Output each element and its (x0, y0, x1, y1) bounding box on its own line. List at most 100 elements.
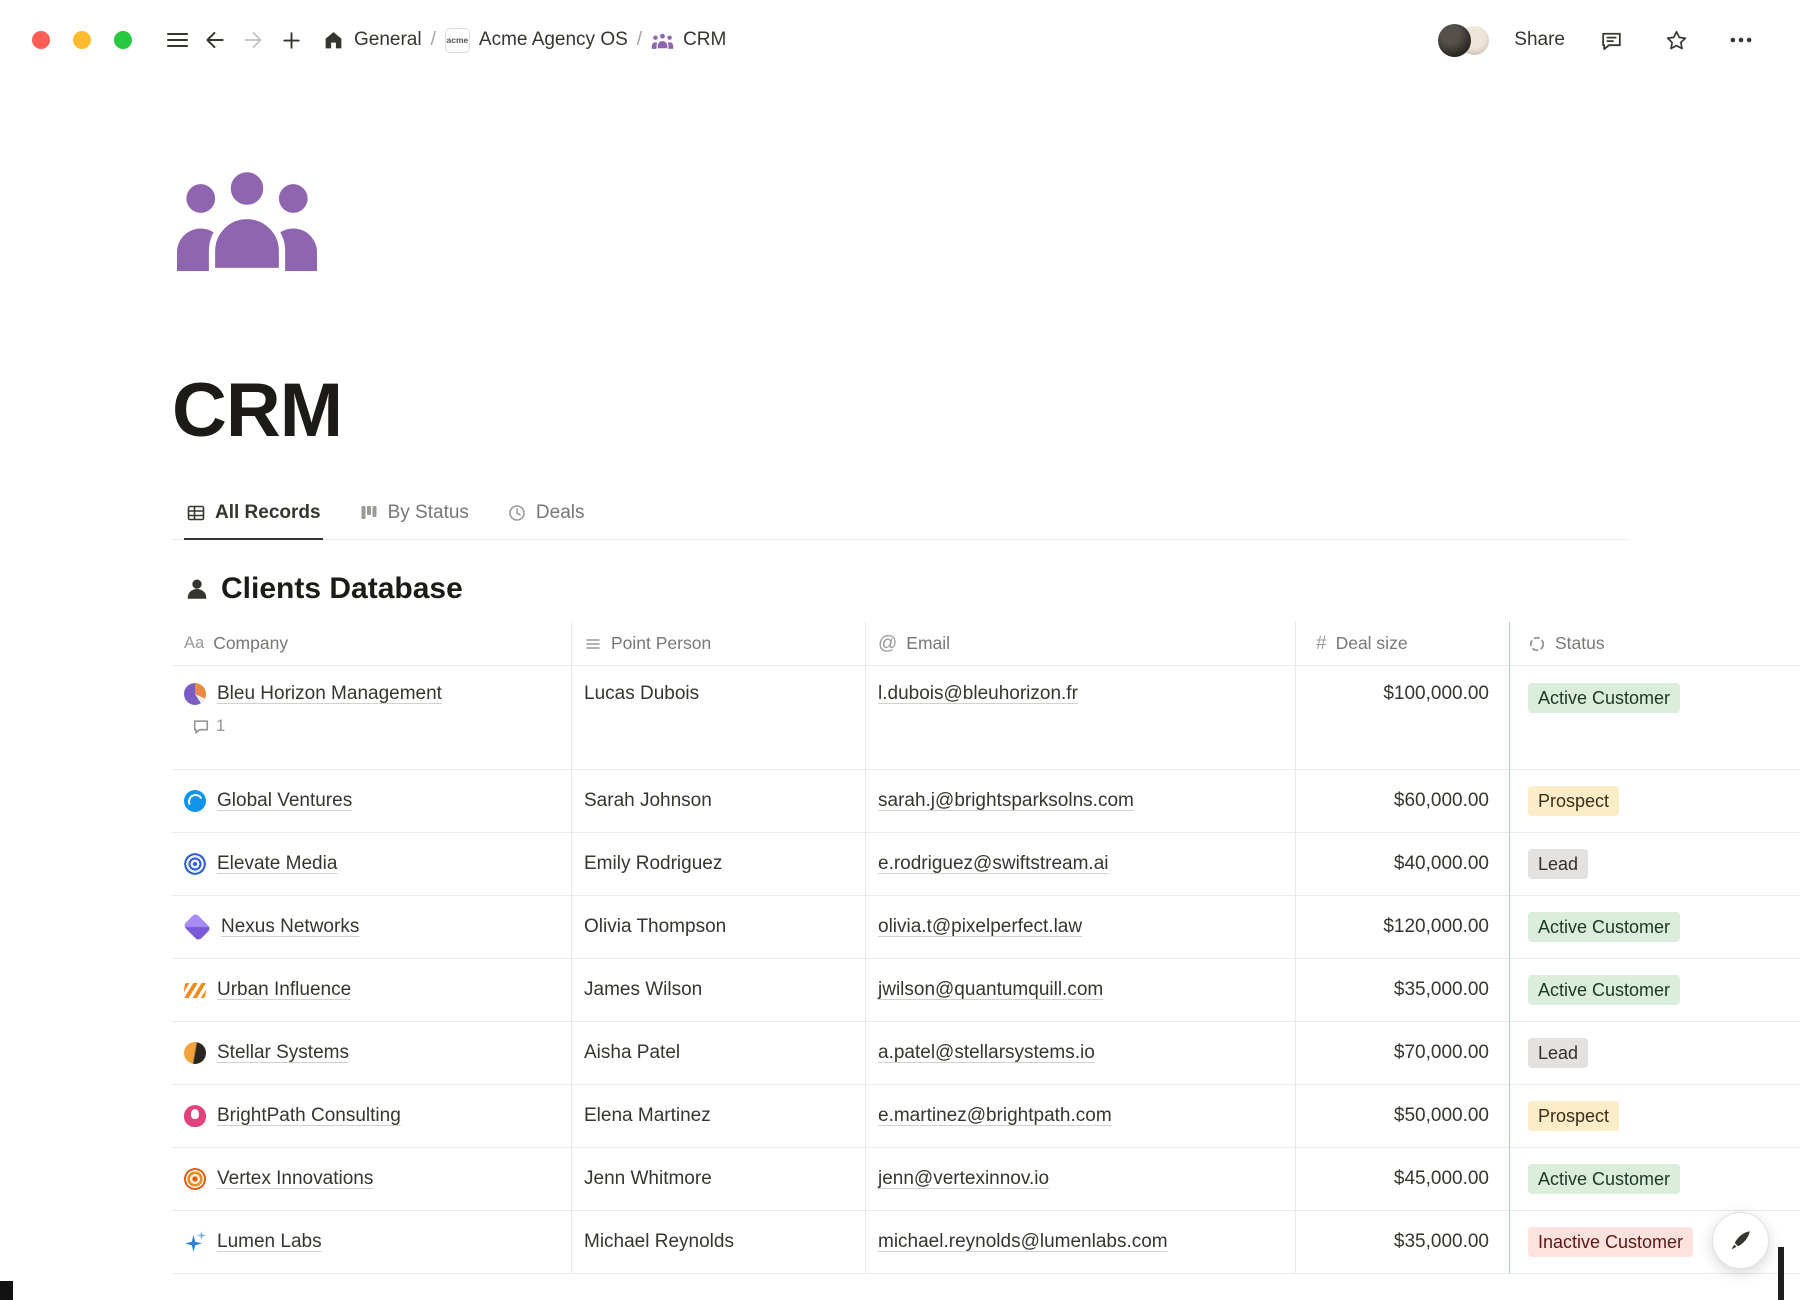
company-link[interactable]: BrightPath Consulting (217, 1105, 401, 1127)
point-person-cell[interactable]: Aisha Patel (572, 1022, 866, 1085)
status-cell[interactable]: Active Customer (1510, 959, 1800, 1022)
status-cell[interactable]: Prospect (1510, 770, 1800, 833)
point-person-cell[interactable]: Emily Rodriguez (572, 833, 866, 896)
email-link[interactable]: jenn@vertexinnov.io (878, 1168, 1049, 1190)
favorite-button[interactable] (1657, 21, 1695, 59)
database-title[interactable]: Clients Database (221, 572, 463, 606)
status-cell[interactable]: Active Customer (1510, 666, 1800, 770)
company-cell[interactable]: Elevate Media (172, 833, 572, 896)
column-header-point-person[interactable]: Point Person (572, 622, 866, 666)
deal-size-cell[interactable]: $60,000.00 (1296, 770, 1510, 833)
email-cell[interactable]: l.dubois@bleuhorizon.fr (866, 666, 1296, 770)
breadcrumb-page[interactable]: CRM (643, 24, 734, 56)
forward-button[interactable] (234, 21, 272, 59)
email-link[interactable]: e.martinez@brightpath.com (878, 1105, 1112, 1127)
company-cell[interactable]: Nexus Networks (172, 896, 572, 959)
breadcrumb-home[interactable]: General (314, 24, 430, 57)
column-header-company[interactable]: Company (172, 622, 572, 666)
company-link[interactable]: Elevate Media (217, 853, 337, 875)
company-link[interactable]: Stellar Systems (217, 1042, 349, 1064)
email-cell[interactable]: sarah.j@brightsparksolns.com (866, 770, 1296, 833)
comment-indicator[interactable]: 1 (192, 717, 225, 736)
company-cell[interactable]: Urban Influence (172, 959, 572, 1022)
home-icon (322, 29, 345, 52)
deal-size-cell[interactable]: $120,000.00 (1296, 896, 1510, 959)
email-cell[interactable]: jenn@vertexinnov.io (866, 1148, 1296, 1211)
sidebar-toggle-button[interactable] (158, 21, 196, 59)
company-cell[interactable]: Stellar Systems (172, 1022, 572, 1085)
point-person-cell[interactable]: Michael Reynolds (572, 1211, 866, 1274)
company-cell[interactable]: Bleu Horizon Management 1 (172, 666, 572, 770)
deal-size-cell[interactable]: $45,000.00 (1296, 1148, 1510, 1211)
deal-size-cell[interactable]: $50,000.00 (1296, 1085, 1510, 1148)
status-cell[interactable]: Lead (1510, 1022, 1800, 1085)
tab-deals[interactable]: Deals (505, 496, 587, 540)
company-cell[interactable]: Lumen Labs (172, 1211, 572, 1274)
page-icon-button[interactable] (172, 156, 322, 271)
titlebar: General / acme Acme Agency OS / CRM Shar… (0, 0, 1800, 80)
breadcrumb-separator: / (431, 29, 436, 51)
email-link[interactable]: michael.reynolds@lumenlabs.com (878, 1231, 1168, 1253)
company-cell[interactable]: Vertex Innovations (172, 1148, 572, 1211)
minimize-window-button[interactable] (73, 31, 91, 49)
email-link[interactable]: olivia.t@pixelperfect.law (878, 916, 1082, 938)
column-header-status[interactable]: Status (1510, 622, 1800, 666)
column-label: Status (1555, 633, 1605, 654)
status-cell[interactable]: Prospect (1510, 1085, 1800, 1148)
email-cell[interactable]: jwilson@quantumquill.com (866, 959, 1296, 1022)
point-person-cell[interactable]: Elena Martinez (572, 1085, 866, 1148)
email-cell[interactable]: e.martinez@brightpath.com (866, 1085, 1296, 1148)
company-link[interactable]: Lumen Labs (217, 1231, 322, 1253)
status-cell[interactable]: Active Customer (1510, 896, 1800, 959)
hamburger-icon (167, 33, 188, 48)
email-cell[interactable]: olivia.t@pixelperfect.law (866, 896, 1296, 959)
email-link[interactable]: jwilson@quantumquill.com (878, 979, 1103, 1001)
point-person-cell[interactable]: Jenn Whitmore (572, 1148, 866, 1211)
avatar-group[interactable] (1438, 24, 1491, 57)
breadcrumb-workspace[interactable]: acme Acme Agency OS (437, 23, 636, 58)
close-window-button[interactable] (32, 31, 50, 49)
email-link[interactable]: a.patel@stellarsystems.io (878, 1042, 1095, 1064)
email-cell[interactable]: michael.reynolds@lumenlabs.com (866, 1211, 1296, 1274)
company-logo-icon (184, 1168, 206, 1190)
email-link[interactable]: l.dubois@bleuhorizon.fr (878, 683, 1078, 705)
share-button[interactable]: Share (1514, 29, 1565, 51)
company-cell[interactable]: BrightPath Consulting (172, 1085, 572, 1148)
company-cell[interactable]: Global Ventures (172, 770, 572, 833)
page-title[interactable]: CRM (172, 373, 1800, 449)
deal-size-cell[interactable]: $100,000.00 (1296, 666, 1510, 770)
company-link[interactable]: Bleu Horizon Management (217, 683, 442, 705)
zoom-window-button[interactable] (114, 31, 132, 49)
point-person-cell[interactable]: James Wilson (572, 959, 866, 1022)
email-link[interactable]: sarah.j@brightsparksolns.com (878, 790, 1134, 812)
company-link[interactable]: Urban Influence (217, 979, 351, 1001)
comments-button[interactable] (1592, 21, 1630, 59)
column-header-deal-size[interactable]: Deal size (1296, 622, 1510, 666)
tab-all-records[interactable]: All Records (184, 496, 323, 540)
deal-size-cell[interactable]: $35,000.00 (1296, 1211, 1510, 1274)
deal-size-cell[interactable]: $35,000.00 (1296, 959, 1510, 1022)
point-person-cell[interactable]: Sarah Johnson (572, 770, 866, 833)
email-cell[interactable]: e.rodriguez@swiftstream.ai (866, 833, 1296, 896)
column-header-email[interactable]: Email (866, 622, 1296, 666)
new-tab-button[interactable] (272, 21, 310, 59)
status-icon (1528, 635, 1546, 653)
deal-size-cell[interactable]: $40,000.00 (1296, 833, 1510, 896)
point-person-cell[interactable]: Lucas Dubois (572, 666, 866, 770)
deal-size-cell[interactable]: $70,000.00 (1296, 1022, 1510, 1085)
email-cell[interactable]: a.patel@stellarsystems.io (866, 1022, 1296, 1085)
back-button[interactable] (196, 21, 234, 59)
tab-by-status[interactable]: By Status (357, 496, 471, 540)
email-link[interactable]: e.rodriguez@swiftstream.ai (878, 853, 1108, 875)
company-logo-icon (183, 983, 207, 998)
company-link[interactable]: Nexus Networks (221, 916, 359, 938)
more-options-button[interactable] (1722, 21, 1760, 59)
status-cell[interactable]: Lead (1510, 833, 1800, 896)
point-person-cell[interactable]: Olivia Thompson (572, 896, 866, 959)
new-record-fab-button[interactable] (1712, 1212, 1769, 1269)
avatar[interactable] (1438, 24, 1471, 57)
company-link[interactable]: Global Ventures (217, 790, 352, 812)
status-badge: Active Customer (1528, 912, 1680, 942)
company-link[interactable]: Vertex Innovations (217, 1168, 373, 1190)
status-cell[interactable]: Active Customer (1510, 1148, 1800, 1211)
